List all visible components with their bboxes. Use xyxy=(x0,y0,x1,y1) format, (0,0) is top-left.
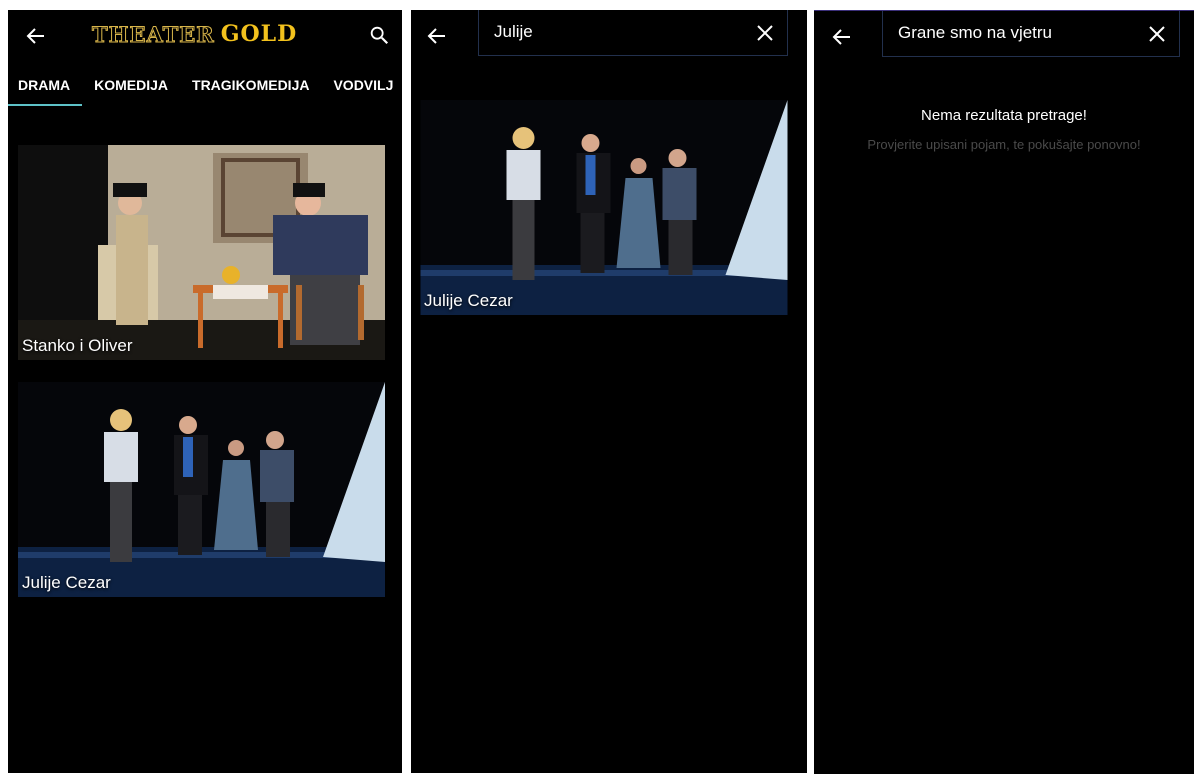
back-arrow-icon[interactable] xyxy=(425,24,449,48)
close-icon[interactable] xyxy=(755,23,775,43)
show-title: Stanko i Oliver xyxy=(22,336,133,355)
tab-tragikomedija[interactable]: TRAGIKOMEDIJA xyxy=(180,76,321,106)
app-logo: THEATER GOLD xyxy=(92,20,297,48)
search-input[interactable]: Grane smo na vjetru xyxy=(882,11,1180,57)
show-title: Julije Cezar xyxy=(424,291,513,310)
search-icon[interactable] xyxy=(368,24,390,46)
show-card-julije-cezar[interactable]: Julije Cezar xyxy=(18,382,385,597)
show-image xyxy=(18,382,385,597)
tab-drama[interactable]: DRAMA xyxy=(8,76,83,106)
back-arrow-icon[interactable] xyxy=(830,25,854,49)
search-no-results-screen: Grane smo na vjetru Nema rezultata pretr… xyxy=(814,10,1194,774)
logo-word-gold: GOLD xyxy=(220,21,298,47)
search-result-julije-cezar[interactable]: Julije Cezar xyxy=(420,100,788,315)
tab-komedija[interactable]: KOMEDIJA xyxy=(82,76,180,106)
search-query: Grane smo na vjetru xyxy=(898,23,1053,42)
show-image xyxy=(18,145,385,360)
logo-word-theater: THEATER xyxy=(92,21,215,47)
category-tabs: DRAMA KOMEDIJA TRAGIKOMEDIJA VODVILJ xyxy=(8,76,402,106)
home-screen: THEATER GOLD DRAMA KOMEDIJA TRAGIKOMEDIJ… xyxy=(8,10,402,773)
show-card-stanko-i-oliver[interactable]: Stanko i Oliver xyxy=(18,145,385,360)
no-results-title: Nema rezultata pretrage! xyxy=(921,107,1087,124)
close-icon[interactable] xyxy=(1147,24,1167,44)
tab-vodvilj[interactable]: VODVILJ xyxy=(321,76,402,106)
show-title: Julije Cezar xyxy=(22,573,111,592)
search-screen: Julije Julije Cezar xyxy=(411,10,807,773)
search-input[interactable]: Julije xyxy=(478,10,788,56)
no-results-hint: Provjerite upisani pojam, te pokušajte p… xyxy=(867,137,1141,152)
search-query: Julije xyxy=(494,22,533,41)
back-arrow-icon[interactable] xyxy=(24,24,48,48)
show-image xyxy=(420,100,788,315)
